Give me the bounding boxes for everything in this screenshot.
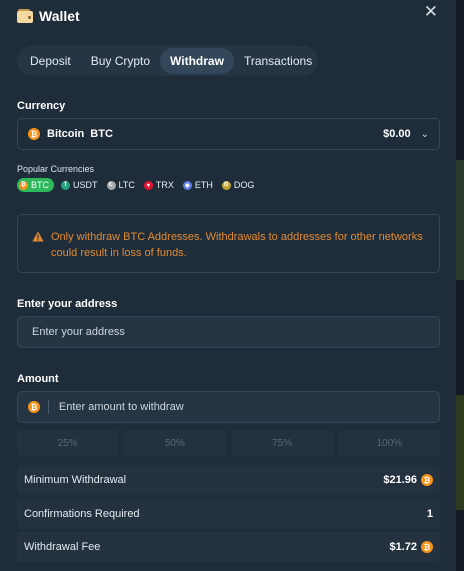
currency-chip-eth[interactable]: ◆ ETH (181, 178, 215, 192)
warning-text: Only withdraw BTC Addresses. Withdrawals… (51, 231, 423, 259)
percent-25-button[interactable]: 25% (17, 430, 119, 457)
currency-chip-trx[interactable]: ▾ TRX (142, 178, 176, 192)
tether-icon: T (61, 180, 70, 190)
info-label: Confirmations Required (24, 508, 140, 520)
info-value: $21.96 ₿ (383, 474, 433, 486)
network-warning: Only withdraw BTC Addresses. Withdrawals… (17, 214, 440, 273)
background-card (456, 395, 464, 510)
address-input[interactable] (30, 325, 427, 339)
wallet-panel: Wallet ✕ Deposit Buy Crypto Withdraw Tra… (0, 0, 456, 571)
currency-chip-btc[interactable]: ₿ BTC (17, 178, 54, 192)
amount-field[interactable]: ₿ (17, 391, 440, 423)
currency-label: Currency (17, 100, 66, 112)
tab-transactions[interactable]: Transactions (234, 48, 322, 74)
tab-buy-crypto[interactable]: Buy Crypto (81, 48, 160, 74)
currency-chip-usdt[interactable]: T USDT (59, 178, 100, 192)
bitcoin-icon: ₿ (421, 541, 433, 553)
background-card (456, 160, 464, 280)
minimum-withdrawal-row: Minimum Withdrawal $21.96 ₿ (17, 465, 440, 495)
background-page-edge (456, 0, 464, 571)
litecoin-icon: Ł (106, 180, 116, 190)
address-field[interactable] (17, 316, 440, 348)
tab-withdraw[interactable]: Withdraw (160, 48, 234, 74)
amount-input[interactable] (56, 400, 439, 414)
chip-label: TRX (155, 180, 174, 190)
bitcoin-icon: ₿ (28, 128, 40, 140)
currency-chip-dog[interactable]: Đ DOG (220, 178, 257, 192)
panel-title: Wallet (39, 8, 80, 24)
bitcoin-icon: ₿ (421, 474, 433, 486)
close-icon[interactable]: ✕ (424, 2, 438, 22)
bitcoin-icon: ₿ (28, 401, 40, 413)
withdrawal-fee-row: Withdrawal Fee $1.72 ₿ (17, 532, 440, 562)
popular-currencies-label: Popular Currencies (17, 164, 95, 174)
address-label: Enter your address (17, 298, 118, 310)
ethereum-icon: ◆ (182, 180, 192, 190)
info-label: Minimum Withdrawal (24, 474, 127, 486)
info-label: Withdrawal Fee (24, 541, 101, 553)
currency-chip-ltc[interactable]: Ł LTC (105, 178, 137, 192)
wallet-header: Wallet (17, 6, 80, 26)
divider (48, 400, 49, 414)
chip-label: USDT (73, 180, 98, 190)
currency-select[interactable]: ₿ Bitcoin BTC $0.00 ⌄ (17, 118, 440, 150)
amount-label: Amount (17, 373, 59, 385)
withdrawal-fee-value: $1.72 (389, 541, 417, 553)
warning-icon (32, 231, 44, 242)
percent-50-button[interactable]: 50% (124, 430, 226, 457)
selected-currency-name: Bitcoin (47, 128, 85, 140)
percent-100-button[interactable]: 100% (338, 430, 440, 457)
chevron-down-icon: ⌄ (420, 128, 429, 140)
info-value: $1.72 ₿ (389, 541, 433, 553)
popular-currencies-list: ₿ BTC T USDT Ł LTC ▾ TRX ◆ ETH Đ DOG (17, 178, 256, 192)
selected-currency-balance: $0.00 (383, 128, 411, 140)
chip-label: DOG (233, 180, 255, 190)
chip-label: ETH (194, 180, 213, 190)
tron-icon: ▾ (143, 180, 153, 190)
wallet-icon (17, 9, 33, 23)
dogecoin-icon: Đ (221, 180, 231, 190)
wallet-tabs: Deposit Buy Crypto Withdraw Transactions (17, 46, 318, 76)
chip-label: BTC (31, 180, 49, 190)
confirmations-row: Confirmations Required 1 (17, 499, 440, 529)
tab-deposit[interactable]: Deposit (20, 48, 81, 74)
chip-label: LTC (118, 180, 135, 190)
selected-currency-symbol: BTC (90, 128, 113, 140)
minimum-withdrawal-value: $21.96 (383, 474, 417, 486)
percent-75-button[interactable]: 75% (231, 430, 333, 457)
confirmations-value: 1 (426, 508, 433, 520)
bitcoin-icon: ₿ (19, 180, 28, 190)
percent-buttons: 25% 50% 75% 100% (17, 430, 440, 457)
